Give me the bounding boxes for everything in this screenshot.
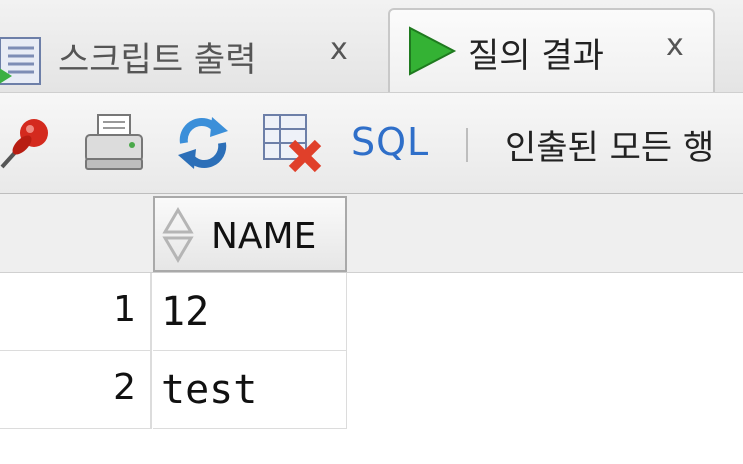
document-run-icon	[0, 36, 48, 92]
printer-icon[interactable]	[82, 113, 146, 177]
cell-value: test	[161, 367, 258, 413]
column-header-name[interactable]: NAME	[153, 196, 347, 272]
refresh-icon[interactable]	[172, 113, 234, 177]
table-row[interactable]: 1 12	[0, 273, 743, 351]
close-icon[interactable]: x	[666, 28, 684, 63]
tab-script-output[interactable]: 스크립트 출력 x	[0, 8, 384, 92]
tab-query-result[interactable]: 질의 결과 x	[388, 8, 715, 92]
tab-label: 스크립트 출력	[58, 40, 257, 80]
fetch-status-text: 인출된 모든 행	[505, 128, 715, 168]
data-cell[interactable]: 12	[153, 273, 347, 351]
tab-strip: 스크립트 출력 x 질의 결과 x	[0, 0, 743, 92]
delete-icon[interactable]	[262, 113, 324, 177]
sort-icon	[161, 206, 195, 268]
pin-icon[interactable]	[0, 113, 56, 177]
cell-value: 12	[161, 289, 210, 335]
close-icon[interactable]: x	[330, 32, 348, 67]
column-header-label: NAME	[211, 216, 317, 257]
grid-header-row	[0, 194, 743, 273]
play-icon	[404, 24, 458, 82]
row-number-cell: 2	[0, 351, 152, 429]
row-number: 1	[113, 289, 136, 330]
row-number: 2	[113, 367, 136, 408]
tab-label: 질의 결과	[468, 36, 604, 76]
data-cell[interactable]: test	[153, 351, 347, 429]
row-number-cell: 1	[0, 273, 152, 351]
table-row[interactable]: 2 test	[0, 351, 743, 429]
toolbar-separator	[466, 128, 468, 162]
sql-button[interactable]: SQL	[351, 120, 429, 164]
